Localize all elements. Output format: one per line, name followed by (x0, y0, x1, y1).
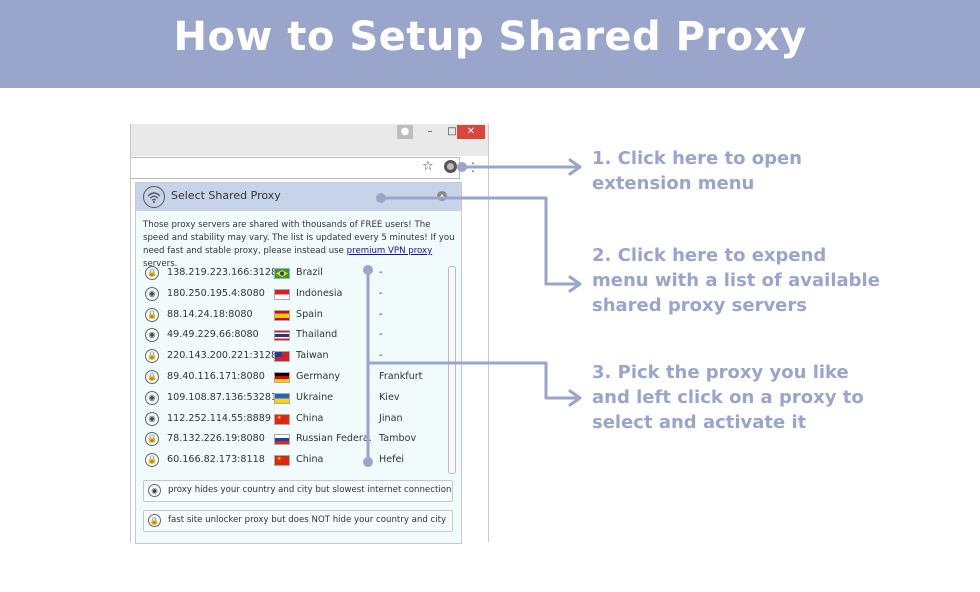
marker-step1 (457, 162, 467, 172)
marker-step3-bottom (363, 457, 373, 467)
annotation-step1-line2: extension menu (592, 173, 755, 194)
annotation-step3-line2: and left click on a proxy to (592, 387, 864, 408)
annotation-step1: 1. Click here to open extension menu (592, 146, 802, 196)
annotation-step2: 2. Click here to expend menu with a list… (592, 243, 880, 318)
marker-step3-top (363, 265, 373, 275)
annotation-step1-line1: 1. Click here to open (592, 148, 802, 169)
marker-step2 (376, 193, 386, 203)
annotation-step2-line1: 2. Click here to expend (592, 245, 827, 266)
annotation-step2-line3: shared proxy servers (592, 295, 807, 316)
connector-step2 (379, 196, 580, 286)
annotation-step3: 3. Pick the proxy you like and left clic… (592, 360, 864, 435)
annotation-step2-line2: menu with a list of available (592, 270, 880, 291)
annotation-step3-line1: 3. Pick the proxy you like (592, 362, 849, 383)
connector-step3 (366, 268, 580, 464)
annotation-step3-line3: select and activate it (592, 412, 807, 433)
